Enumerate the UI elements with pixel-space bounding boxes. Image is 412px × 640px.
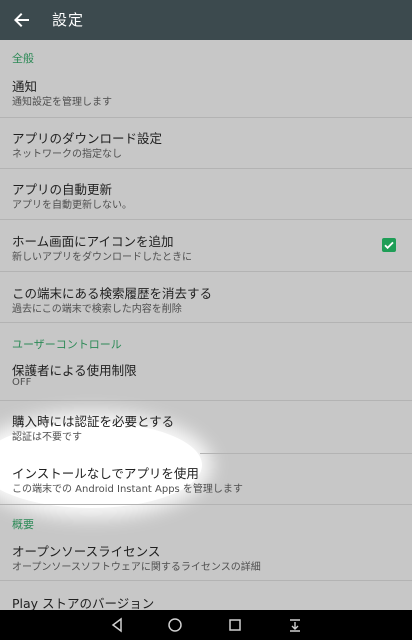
home-icon-checkbox[interactable] — [382, 238, 396, 252]
app-bar: 設定 — [0, 0, 412, 40]
divider — [0, 322, 412, 323]
setting-subtitle: 新しいアプリをダウンロードしたときに — [12, 252, 192, 263]
section-about: 概要 — [12, 518, 34, 531]
setting-subtitle: アプリを自動更新しない。 — [12, 200, 132, 211]
section-general: 全般 — [12, 52, 34, 65]
setting-subtitle: 過去にこの端末で検索した内容を削除 — [12, 304, 182, 315]
setting-play-store-version[interactable]: Play ストアのバージョン — [0, 581, 412, 610]
setting-subtitle: 通知設定を管理します — [12, 97, 112, 108]
settings-list: 全般 通知 通知設定を管理します アプリのダウンロード設定 ネットワークの指定な… — [0, 40, 412, 610]
triangle-back-icon[interactable] — [108, 616, 126, 634]
setting-subtitle: オープンソースソフトウェアに関するライセンスの詳細 — [12, 562, 261, 573]
setting-open-source[interactable]: オープンソースライセンス オープンソースソフトウェアに関するライセンスの詳細 — [0, 532, 412, 580]
setting-auto-update[interactable]: アプリの自動更新 アプリを自動更新しない。 — [0, 169, 412, 219]
circle-home-icon[interactable] — [166, 616, 184, 634]
setting-clear-history[interactable]: この端末にある検索履歴を消去する 過去にこの端末で検索した内容を削除 — [0, 272, 412, 322]
setting-parental-controls[interactable]: 保護者による使用制限 OFF — [0, 352, 412, 400]
square-recents-icon[interactable] — [226, 616, 244, 634]
setting-purchase-auth[interactable]: 購入時には認証を必要とする 認証は不要です — [0, 401, 412, 453]
setting-subtitle: OFF — [12, 377, 32, 388]
setting-notifications[interactable]: 通知 通知設定を管理します — [0, 70, 412, 120]
download-icon[interactable] — [286, 616, 304, 634]
page-title: 設定 — [52, 11, 85, 29]
section-user-control: ユーザーコントロール — [12, 338, 122, 351]
setting-title: Play ストアのバージョン — [12, 596, 155, 610]
check-icon — [384, 241, 394, 250]
system-nav-bar — [0, 610, 412, 640]
arrow-back-icon[interactable] — [10, 8, 34, 32]
setting-subtitle: 認証は不要です — [12, 432, 82, 443]
setting-instant-apps[interactable]: インストールなしでアプリを使用 この端末での Android Instant A… — [0, 454, 412, 504]
setting-download[interactable]: アプリのダウンロード設定 ネットワークの指定なし — [0, 118, 412, 168]
setting-subtitle: この端末での Android Instant Apps を管理します — [12, 484, 243, 495]
setting-home-icon[interactable]: ホーム画面にアイコンを追加 新しいアプリをダウンロードしたときに — [0, 220, 412, 270]
setting-subtitle: ネットワークの指定なし — [12, 149, 122, 160]
divider — [0, 504, 412, 505]
